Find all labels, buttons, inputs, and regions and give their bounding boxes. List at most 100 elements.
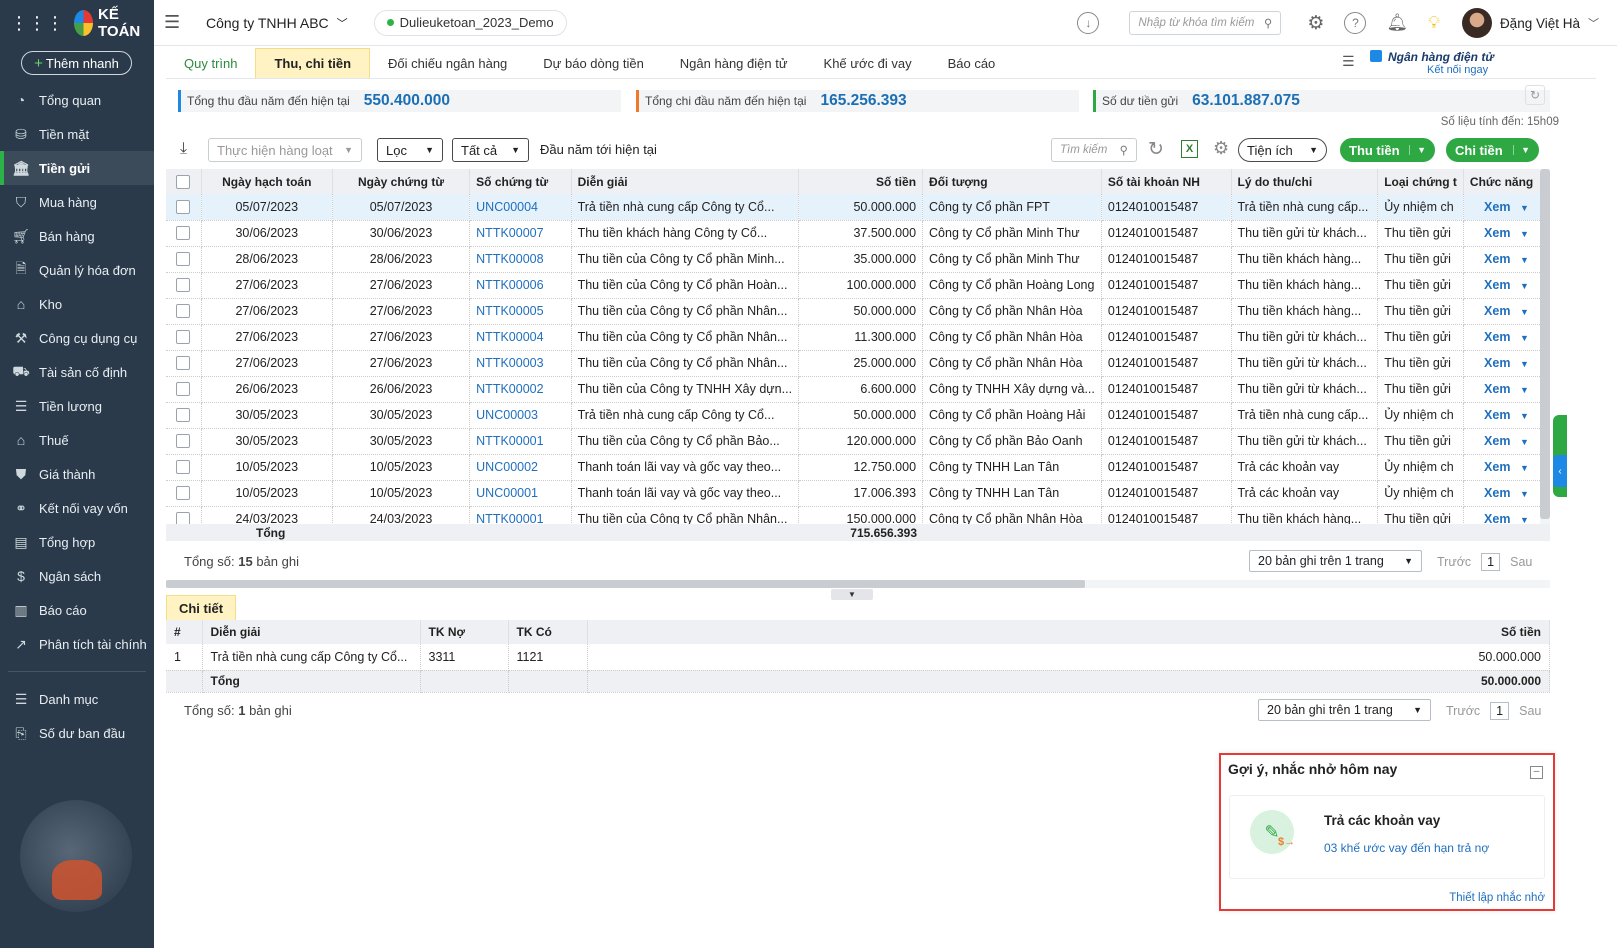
download-icon[interactable]: ↓ [1077,12,1100,34]
checkbox-icon[interactable] [176,382,191,397]
filter-button[interactable]: Lọc ▼ [377,138,443,162]
grid-vertical-scrollbar[interactable] [1540,169,1550,524]
sidebar-item-0[interactable]: ☰ Danh mục [0,682,154,716]
table-row[interactable]: 05/07/2023 05/07/2023 UNC00004 Trả tiền nhà… [166,194,1550,221]
sidebar-item-9[interactable]: ☰ Tiền lương [0,389,154,423]
row-checkbox-cell[interactable] [166,272,202,299]
row-checkbox-cell[interactable] [166,454,202,481]
row-checkbox-cell[interactable] [166,376,202,403]
row-checkbox-cell[interactable] [166,298,202,325]
table-row[interactable]: 30/06/2023 30/06/2023 NTTK00007 Thu tiền kh… [166,220,1550,247]
view-button[interactable]: Xem [1484,226,1510,240]
current-page[interactable]: 1 [1481,553,1501,571]
tab-3[interactable]: Dự báo dòng tiền [525,48,662,78]
select-all-checkbox[interactable] [166,169,202,194]
table-row[interactable]: 26/06/2023 26/06/2023 NTTK00002 Thu tiền củ… [166,376,1550,403]
payment-button[interactable]: Chi tiền ▼ [1446,138,1539,162]
caret-down-icon[interactable]: ▼ [1520,203,1529,213]
row-checkbox-cell[interactable] [166,246,202,273]
row-checkbox-cell[interactable] [166,428,202,455]
table-row[interactable]: 27/06/2023 27/06/2023 NTTK00005 Thu tiền củ… [166,298,1550,325]
receipt-dropdown-icon[interactable]: ▼ [1409,145,1426,155]
caret-down-icon[interactable]: ▼ [1520,333,1529,343]
table-row[interactable]: 27/06/2023 27/06/2023 NTTK00004 Thu tiền củ… [166,324,1550,351]
tab-5[interactable]: Khế ước đi vay [806,48,930,78]
detail-row[interactable]: 1 Trả tiền nhà cung cấp Công ty Cổ... 3311… [166,644,1550,671]
column-header[interactable]: Số chứng từ [469,169,572,194]
payment-dropdown-icon[interactable]: ▼ [1513,145,1530,155]
e-banking-link[interactable]: ☰ Ngân hàng điện tử Kết nối ngay [1336,46,1596,79]
minimize-icon[interactable]: – [1530,766,1543,779]
sidebar-item-6[interactable]: ⌂ Kho [0,287,154,321]
settings-gear-icon[interactable]: ⚙ [1307,12,1324,35]
sidebar-item-12[interactable]: ⚭ Kết nối vay vốn [0,491,154,525]
panel-splitter-toggle[interactable]: ▼ [831,589,873,600]
page-size-select[interactable]: 20 bản ghi trên 1 trang ▼ [1249,550,1422,572]
excel-export-icon[interactable]: X [1181,140,1198,158]
caret-down-icon[interactable]: ▼ [1520,385,1529,395]
quick-add-button[interactable]: + Thêm nhanh [21,51,132,75]
reload-icon[interactable]: ↻ [1148,138,1164,161]
user-avatar[interactable] [1461,8,1492,38]
receipt-button[interactable]: Thu tiền ▼ [1340,138,1435,162]
caret-down-icon[interactable]: ▼ [1520,229,1529,239]
company-selector[interactable]: Công ty TNHH ABC ﹀ [206,15,348,31]
row-checkbox-cell[interactable] [166,480,202,507]
caret-down-icon[interactable]: ▼ [1520,437,1529,447]
prev-page-button[interactable]: Trước [1437,555,1471,569]
column-header[interactable]: Số tài khoản NH [1101,169,1232,194]
table-row[interactable]: 30/05/2023 30/05/2023 UNC00003 Trả tiền nhà… [166,402,1550,429]
sidebar-item-14[interactable]: $ Ngân sách [0,559,154,593]
table-row[interactable]: 10/05/2023 10/05/2023 UNC00001 Thanh toán l… [166,480,1550,507]
voucher-link[interactable]: NTTK00003 [469,350,572,377]
view-button[interactable]: Xem [1484,278,1510,292]
tab-0[interactable]: Quy trình [166,48,255,78]
notification-bell-icon[interactable]: 🔔︎ [1386,13,1408,33]
lightbulb-icon[interactable]: 💡︎ [1428,13,1440,33]
sidebar-item-1[interactable]: ⎘ Số dư ban đầu [0,716,154,750]
sidebar-item-2[interactable]: 🏛︎ Tiền gửi [0,151,154,185]
row-action-cell[interactable]: Xem ▼ [1463,220,1550,247]
voucher-link[interactable]: NTTK00008 [469,246,572,273]
sidebar-item-8[interactable]: ⛟ Tài sản cố định [0,355,154,389]
table-row[interactable]: 28/06/2023 28/06/2023 NTTK00008 Thu tiền củ… [166,246,1550,273]
connect-now-link[interactable]: Kết nối ngay [1427,64,1488,76]
sidebar-item-11[interactable]: ⛊ Giá thành [0,457,154,491]
collapse-arrow-icon[interactable]: ⤓ [180,140,187,158]
bulk-action-button[interactable]: Thực hiện hàng loạt ▼ [208,138,362,162]
caret-down-icon[interactable]: ▼ [1520,515,1529,524]
column-settings-icon[interactable]: ⚙ [1213,138,1229,159]
voucher-link[interactable]: UNC00002 [469,454,572,481]
table-row[interactable]: 30/05/2023 30/05/2023 NTTK00001 Thu tiền củ… [166,428,1550,455]
column-header[interactable]: Lý do thu/chi [1231,169,1379,194]
table-search-input[interactable]: Tìm kiếm ⚲ [1051,138,1137,162]
caret-down-icon[interactable]: ▼ [1520,359,1529,369]
caret-down-icon[interactable]: ▼ [1520,307,1529,317]
checkbox-icon[interactable] [176,226,191,241]
row-action-cell[interactable]: Xem ▼ [1463,376,1550,403]
row-checkbox-cell[interactable] [166,506,202,524]
detail-prev-page-button[interactable]: Trước [1446,704,1480,718]
voucher-link[interactable]: NTTK00005 [469,298,572,325]
row-action-cell[interactable]: Xem ▼ [1463,246,1550,273]
row-action-cell[interactable]: Xem ▼ [1463,402,1550,429]
view-button[interactable]: Xem [1484,330,1510,344]
voucher-link[interactable]: NTTK00007 [469,220,572,247]
app-grid-icon[interactable]: ⋮⋮⋮ [10,13,64,34]
sidebar-item-16[interactable]: ↗ Phân tích tài chính [0,627,154,661]
voucher-link[interactable]: NTTK00002 [469,376,572,403]
view-button[interactable]: Xem [1484,200,1510,214]
grid-horizontal-scrollbar[interactable] [166,580,1550,588]
scrollbar-thumb[interactable] [166,580,1085,588]
caret-down-icon[interactable]: ▼ [1520,281,1529,291]
row-action-cell[interactable]: Xem ▼ [1463,350,1550,377]
global-search-input[interactable]: Nhập từ khóa tìm kiếm ⚲ [1129,11,1282,35]
table-row[interactable]: 27/06/2023 27/06/2023 NTTK00006 Thu tiền củ… [166,272,1550,299]
hamburger-menu-icon[interactable]: ☰ [164,12,186,33]
sidebar-item-15[interactable]: ▥ Báo cáo [0,593,154,627]
view-button[interactable]: Xem [1484,356,1510,370]
table-row[interactable]: 24/03/2023 24/03/2023 NTTK00001 Thu tiền củ… [166,506,1550,524]
tab-1[interactable]: Thu, chi tiền [255,48,371,78]
row-action-cell[interactable]: Xem ▼ [1463,428,1550,455]
voucher-link[interactable]: NTTK00004 [469,324,572,351]
